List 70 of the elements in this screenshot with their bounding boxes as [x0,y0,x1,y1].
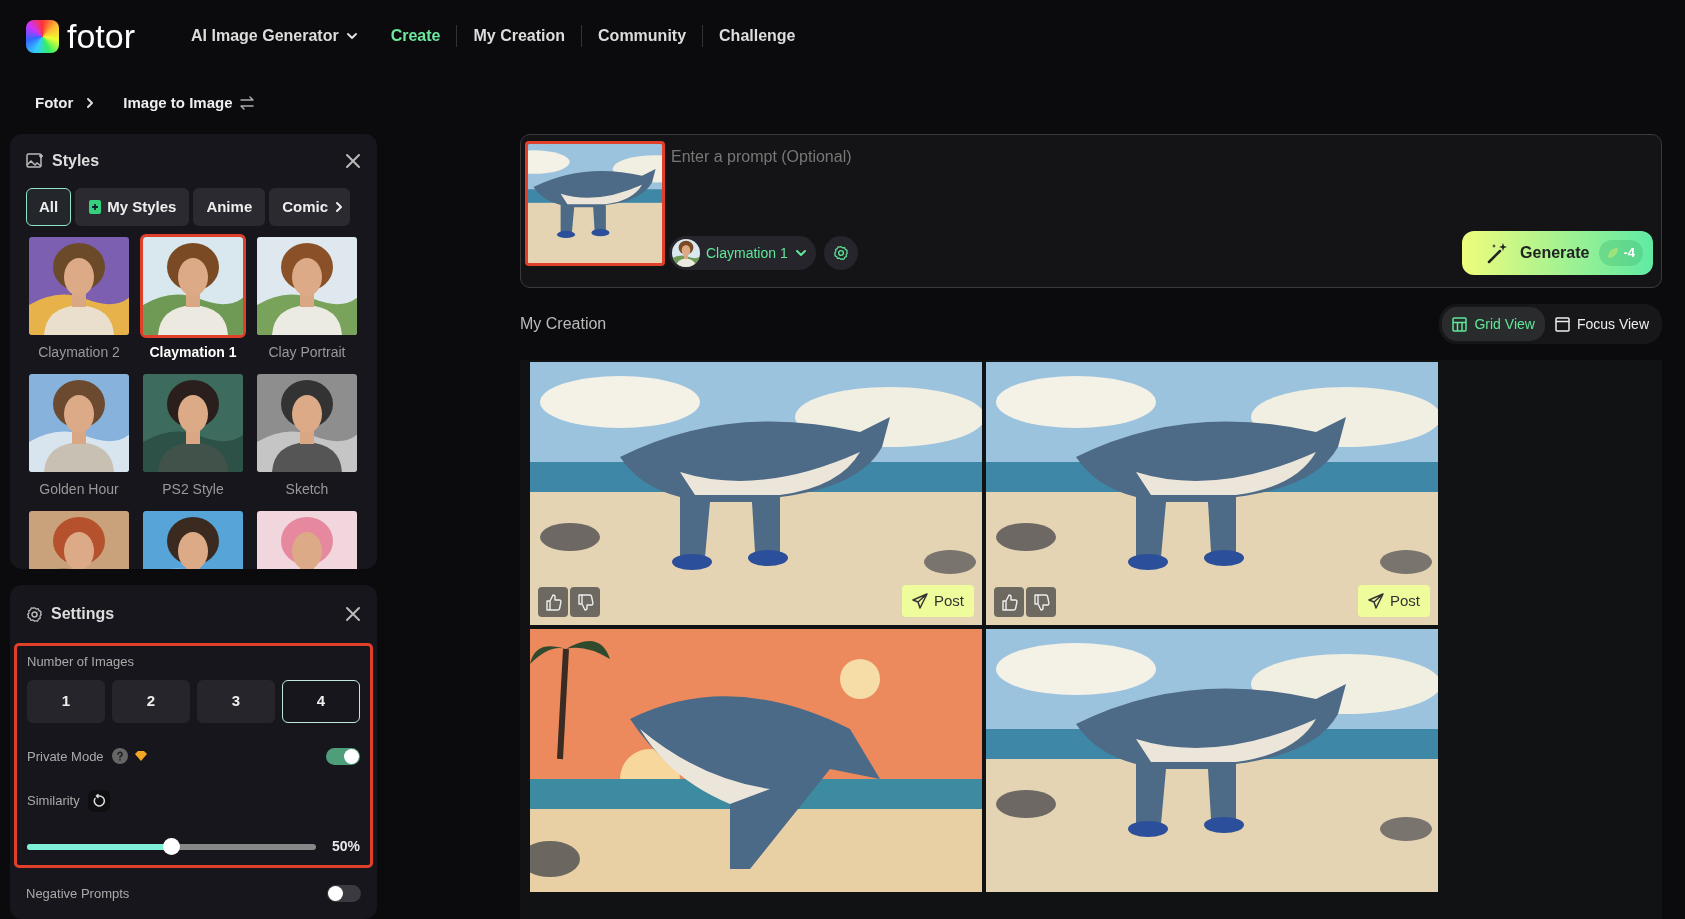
filter-tab[interactable]: Comic [269,188,351,226]
nav-link[interactable]: My Creation [457,24,582,48]
diamond-icon [133,750,148,763]
generate-button[interactable]: Generate -4 [1462,231,1653,275]
help-icon [111,748,128,765]
style-dropdown[interactable]: Claymation 1 [669,236,816,270]
settings-icon [26,605,43,623]
style-label: PS2 Style [161,480,225,499]
count-option[interactable]: 1 [27,679,105,723]
thumbs-up-icon [1000,593,1018,611]
toggle-switch[interactable] [327,885,361,903]
plus-file-icon [88,199,103,215]
setting-label: Negative Prompts [26,885,130,903]
close-button[interactable] [345,153,361,169]
dislike-button[interactable] [570,587,600,617]
panel-title: Styles [52,151,100,171]
prompt-field[interactable]: Enter a prompt (Optional) Claymation 1 Generate -4 [520,134,1662,288]
avatar-icon [672,239,700,267]
view-tab[interactable]: Grid View [1442,307,1545,341]
close-icon [345,153,361,169]
toggle-switch[interactable] [326,747,360,765]
setting-label: Number of Images [27,653,135,671]
slider-value: 50% [331,837,360,856]
logo-icon [26,19,59,53]
nav-dropdown[interactable]: AI Image Generator [175,24,375,48]
nav-link[interactable]: Create [374,24,457,48]
reset-button[interactable] [87,790,110,812]
like-button[interactable] [538,587,568,617]
like-button[interactable] [994,587,1024,617]
send-icon [912,593,928,609]
style-label: Claymation 1 [148,343,238,362]
count-option[interactable]: 4 [282,679,360,723]
window-icon [1554,316,1570,332]
logo-text: fotor [67,19,136,53]
breadcrumb-link[interactable]: Image to Image [123,91,233,115]
close-button[interactable] [345,606,361,622]
thumbs-down-icon [1032,593,1050,611]
nav-link[interactable]: Community [582,24,703,48]
style-label: Sketch [284,480,330,499]
image-icon [26,152,44,170]
breadcrumb-link[interactable]: Fotor [35,91,74,115]
setting-label: Private Mode [27,747,104,766]
close-icon [345,606,361,622]
style-label: Claymation 2 [37,343,121,362]
slider-thumb[interactable] [163,837,181,855]
settings-button[interactable] [823,236,858,270]
reset-icon [91,794,106,808]
send-icon [1368,593,1384,609]
thumbs-up-icon [544,593,562,611]
dislike-button[interactable] [1026,587,1056,617]
settings-icon [832,245,849,261]
setting-label: Similarity [27,792,80,811]
count-option[interactable]: 3 [197,679,275,723]
leaf-icon [1607,247,1620,259]
filter-tab[interactable]: All [26,188,72,226]
filter-tab[interactable]: My Styles [75,188,190,226]
cost-text: -4 [1623,244,1635,263]
view-tab[interactable]: Focus View [1544,307,1659,341]
grid-icon [1452,316,1468,332]
post-button[interactable]: Post [1358,585,1430,617]
filter-tab[interactable]: Anime [193,188,266,226]
thumbs-down-icon [576,593,594,611]
section-title: My Creation [520,314,607,334]
nav-link[interactable]: Challenge [703,24,812,48]
style-label: Clay Portrait [267,343,347,362]
style-label: Golden Hour [38,480,120,499]
post-button[interactable]: Post [902,585,974,617]
count-option[interactable]: 2 [112,679,190,723]
swap-icon [238,96,255,110]
panel-title: Settings [51,604,115,624]
